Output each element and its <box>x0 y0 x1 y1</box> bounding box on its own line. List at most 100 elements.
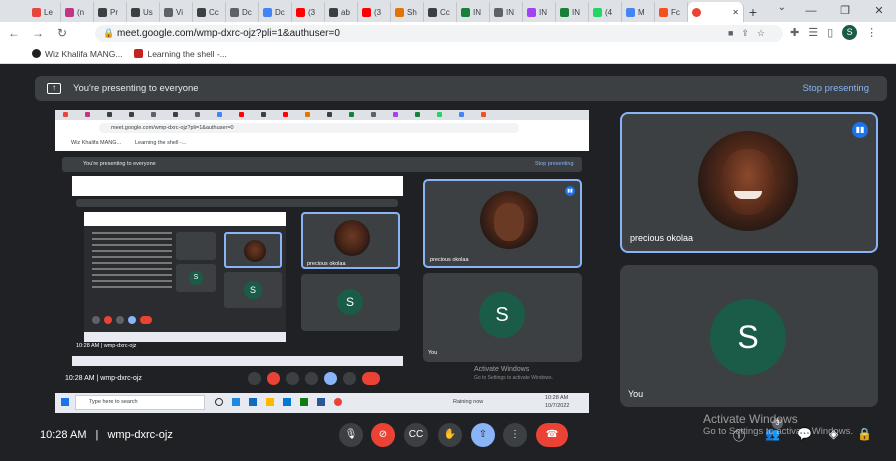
tab-favicon-icon <box>494 7 503 17</box>
nested3-taskbar <box>84 332 286 342</box>
url-text: meet.google.com/wmp-dxrc-ojz?pli=1&authu… <box>117 28 340 39</box>
nested2-photo <box>334 220 370 256</box>
browser-tab[interactable]: M <box>622 2 655 22</box>
host-controls-icon[interactable]: 🔒 <box>857 427 872 441</box>
nested2-tile-you: S <box>301 274 400 331</box>
browser-tab[interactable]: IN <box>490 2 523 22</box>
chrome-icon <box>334 398 342 406</box>
tab-favicon-icon <box>659 7 668 17</box>
browser-tab[interactable]: IN <box>523 2 556 22</box>
bookmark-item[interactable]: Wiz Khalifa MANG... <box>32 49 122 59</box>
nested-audio-icon: ▮▮ <box>565 186 575 196</box>
tab-favicon-icon <box>527 7 536 17</box>
nested2-clock: 10:28 AM | wmp-dxrc-ojz <box>76 343 137 349</box>
camera-icon[interactable]: ■ <box>728 28 741 38</box>
minimize-icon[interactable]: — <box>794 0 828 22</box>
camera-off-button[interactable]: ⊘ <box>371 423 395 447</box>
omnibox-icons: ■⇪☆ <box>728 25 773 42</box>
clock-text: 10:28 AM <box>40 429 87 441</box>
nested-tab-favicon-icon <box>349 112 354 117</box>
browser-tab[interactable]: Dc <box>226 2 259 22</box>
browser-tab[interactable]: (3 <box>292 2 325 22</box>
nested-tab-favicon-icon <box>481 112 486 117</box>
captions-button[interactable]: CC <box>404 423 428 447</box>
side-panel-icon[interactable]: ▯ <box>827 26 833 39</box>
more-options-button[interactable]: ⋮ <box>503 423 527 447</box>
raise-hand-button[interactable]: ✋ <box>438 423 462 447</box>
bookmark-item[interactable]: Learning the shell -... <box>134 48 227 59</box>
extensions-icon[interactable]: ✚ <box>790 26 799 39</box>
nested-tab-favicon-icon <box>195 112 200 117</box>
back-icon[interactable]: ← <box>6 26 22 40</box>
nested-tile-speaking: ▮▮ precious okolaa <box>423 179 582 268</box>
forward-icon[interactable]: → <box>30 26 46 40</box>
close-window-icon[interactable]: ✕ <box>862 0 896 22</box>
nested3-controls <box>92 316 278 324</box>
browser-tab[interactable]: Fc <box>655 2 688 22</box>
bookmark-favicon-icon <box>134 49 144 58</box>
nested-bookmark: Learning the shell -... <box>135 140 187 146</box>
new-tab-button[interactable]: + <box>744 2 762 22</box>
tab-favicon-icon <box>428 7 437 17</box>
tab-label: Fc <box>671 7 680 17</box>
browser-tab[interactable]: Cc <box>193 2 226 22</box>
nested-tab-favicon-icon <box>173 112 178 117</box>
tab-label: (3 <box>374 7 382 17</box>
browser-tab[interactable]: Dc <box>259 2 292 22</box>
browser-tab[interactable]: IN <box>457 2 490 22</box>
tab-favicon-icon <box>329 7 338 17</box>
browser-tab[interactable]: Cc <box>424 2 457 22</box>
nested2-banner <box>76 199 398 207</box>
nested-hand-icon <box>305 372 318 385</box>
bookmark-label: Learning the shell -... <box>147 48 227 59</box>
tab-search-icon[interactable]: ⌄ <box>778 2 786 13</box>
browser-tab[interactable]: Sh <box>391 2 424 22</box>
tab-label: IN <box>539 7 547 17</box>
browser-tab[interactable]: (4 <box>589 2 622 22</box>
captions-icon: CC <box>408 429 424 440</box>
hand-icon: ✋ <box>443 429 457 440</box>
nested-tab-favicon-icon <box>415 112 420 117</box>
profile-avatar[interactable]: S <box>842 25 858 40</box>
present-button[interactable]: ⇧ <box>471 423 495 447</box>
toolbar-right: ✚ ☰ ▯ S ⋮ <box>790 25 877 40</box>
address-bar[interactable]: 🔒 meet.google.com/wmp-dxrc-ojz?pli=1&aut… <box>95 25 783 42</box>
microphone-button[interactable]: 🎙 <box>339 423 363 447</box>
browser-tab[interactable]: Pr <box>94 2 127 22</box>
participant-tile-precious[interactable]: ▮▮ precious okolaa <box>620 112 878 253</box>
browser-tab[interactable]: (n <box>61 2 94 22</box>
share-icon[interactable]: ⇪ <box>741 28 757 38</box>
nested-watermark-sub: Go to Settings to activate Windows. <box>474 375 553 381</box>
browser-tab[interactable]: Us <box>127 2 160 22</box>
nested-you-label: You <box>428 350 438 356</box>
meet-favicon <box>692 7 701 17</box>
close-tab-icon[interactable]: ✕ <box>732 8 739 17</box>
nested-tab-favicon-icon <box>107 112 112 117</box>
browser-tab[interactable]: ab <box>325 2 358 22</box>
restore-icon[interactable]: ❐ <box>828 0 862 22</box>
bookmark-favicon-icon <box>32 49 41 58</box>
nested-tab-list <box>63 112 500 117</box>
bookmark-star-icon[interactable]: ☆ <box>757 28 773 38</box>
tray-time: 10:28 AM <box>545 395 569 401</box>
reading-list-icon[interactable]: ☰ <box>808 26 818 39</box>
nested-clock: 10:28 AM | wmp-dxrc-ojz <box>65 375 142 382</box>
browser-tab[interactable]: IN <box>556 2 589 22</box>
leave-call-button[interactable]: ☎ <box>536 423 568 447</box>
browser-tab[interactable]: Vi <box>160 2 193 22</box>
word-icon <box>317 398 325 406</box>
nested-tab-favicon-icon <box>327 112 332 117</box>
stop-presenting-button[interactable]: Stop presenting <box>802 76 869 101</box>
browser-tab[interactable]: Le <box>28 2 61 22</box>
tab-label: (n <box>77 7 85 17</box>
tab-favicon-icon <box>263 7 272 17</box>
browser-tab[interactable]: (3 <box>358 2 391 22</box>
participant-tile-you[interactable]: S You <box>620 265 878 407</box>
reload-icon[interactable]: ↻ <box>54 26 70 40</box>
tab-meet-active[interactable]: ✕ <box>688 2 744 22</box>
tab-label: Dc <box>275 7 285 17</box>
nested-tab-favicon-icon <box>283 112 288 117</box>
lock-icon[interactable]: 🔒 <box>103 25 114 42</box>
menu-kebab-icon[interactable]: ⋮ <box>866 26 877 39</box>
nested3-control-dot <box>140 316 152 324</box>
